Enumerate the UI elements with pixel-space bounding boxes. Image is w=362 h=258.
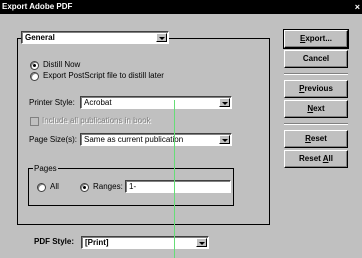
pages-all-radio[interactable] [37, 183, 46, 192]
previous-button[interactable]: Previous [284, 80, 348, 98]
pdf-style-select[interactable]: [Print] [81, 236, 209, 249]
button-separator [284, 73, 348, 75]
export-button[interactable]: Export... [283, 29, 349, 49]
reset-all-button[interactable]: Reset All [284, 150, 348, 168]
title-bar: Export Adobe PDF × [0, 0, 362, 14]
window-title: Export Adobe PDF [2, 2, 73, 11]
preset-value: General [25, 33, 55, 42]
printer-style-label: Printer Style: [29, 98, 75, 107]
pages-ranges-label[interactable]: Ranges: [93, 182, 123, 192]
reset-button[interactable]: Reset [284, 130, 348, 148]
page-size-value: Same as current publication [84, 135, 184, 144]
ranges-input-value: 1- [129, 182, 137, 191]
pages-all-label[interactable]: All [50, 182, 59, 192]
export-postscript-label[interactable]: Export PostScript file to distill later [43, 71, 164, 81]
page-size-label: Page Size(s): [29, 135, 78, 144]
chevron-down-icon[interactable] [219, 98, 230, 107]
printer-style-value: Acrobat [84, 98, 112, 107]
chevron-down-icon[interactable] [196, 238, 207, 247]
close-icon[interactable]: × [355, 0, 360, 14]
pdf-style-label: PDF Style: [34, 237, 75, 246]
distill-now-radio[interactable] [30, 61, 39, 70]
export-postscript-radio[interactable] [30, 72, 39, 81]
include-all-checkbox[interactable] [30, 117, 39, 126]
pages-ranges-radio[interactable] [80, 183, 89, 192]
next-button[interactable]: Next [284, 100, 348, 118]
printer-style-select[interactable]: Acrobat [80, 96, 232, 109]
pdf-style-value: [Print] [85, 238, 109, 247]
cancel-button[interactable]: Cancel [284, 50, 348, 68]
preset-select[interactable]: General [21, 31, 169, 44]
chevron-down-icon[interactable] [219, 135, 230, 144]
cursor-line [174, 100, 175, 258]
chevron-down-icon[interactable] [156, 33, 167, 42]
include-all-label: Include all publications in book [42, 116, 151, 125]
distill-now-label[interactable]: Distill Now [43, 60, 80, 70]
pages-legend: Pages [33, 164, 58, 173]
page-size-select[interactable]: Same as current publication [80, 133, 232, 146]
ranges-input[interactable]: 1- [125, 180, 231, 193]
button-separator [284, 123, 348, 125]
